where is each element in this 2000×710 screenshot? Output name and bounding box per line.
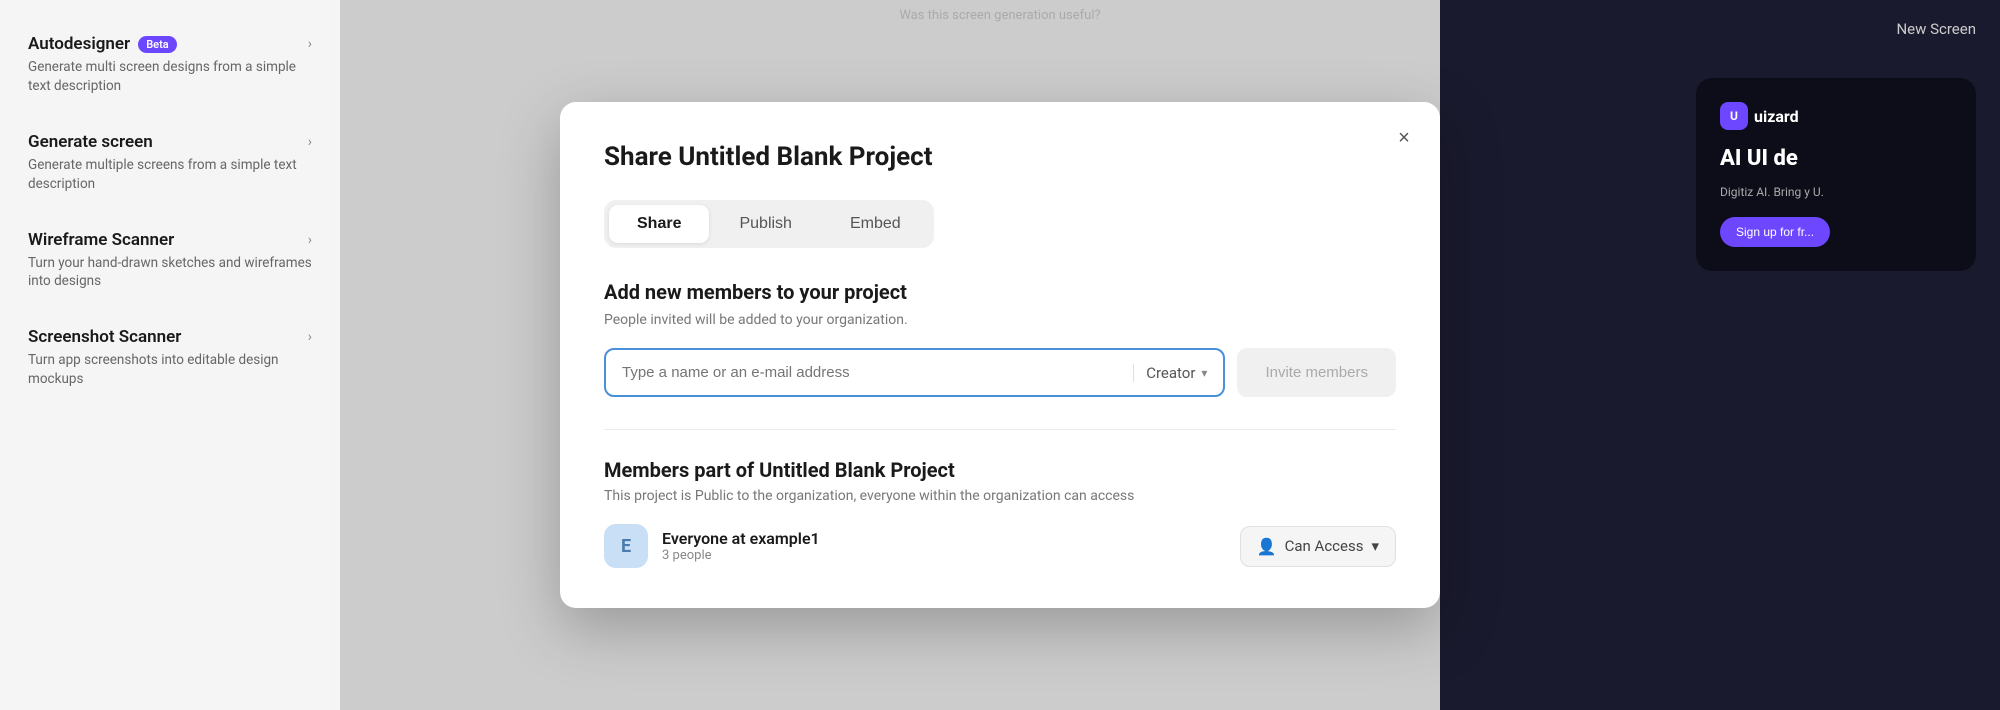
- invite-input-wrapper: Creator ▾: [604, 348, 1225, 397]
- tab-embed[interactable]: Embed: [822, 205, 929, 243]
- invite-members-button[interactable]: Invite members: [1237, 348, 1396, 397]
- members-section-title: Members part of Untitled Blank Project: [604, 458, 1396, 482]
- divider: [604, 429, 1396, 430]
- modal-title: Share Untitled Blank Project: [604, 142, 1396, 172]
- invite-email-input[interactable]: [622, 350, 1133, 395]
- modal-backdrop: × Share Untitled Blank Project Share Pub…: [0, 0, 2000, 710]
- member-info: Everyone at example1 3 people: [662, 529, 820, 563]
- members-section-desc: This project is Public to the organizati…: [604, 488, 1396, 504]
- invite-section-desc: People invited will be added to your org…: [604, 312, 1396, 328]
- member-row: E Everyone at example1 3 people 👤 Can Ac…: [604, 524, 1396, 568]
- invite-section-title: Add new members to your project: [604, 280, 1396, 304]
- role-label: Creator: [1146, 364, 1195, 382]
- role-chevron-icon: ▾: [1201, 366, 1207, 380]
- member-count: 3 people: [662, 548, 820, 563]
- member-role-label: Can Access: [1285, 537, 1364, 555]
- invite-row: Creator ▾ Invite members: [604, 348, 1396, 397]
- modal-close-button[interactable]: ×: [1388, 122, 1420, 154]
- tab-bar: Share Publish Embed: [604, 200, 934, 248]
- member-left: E Everyone at example1 3 people: [604, 524, 820, 568]
- tab-publish[interactable]: Publish: [711, 205, 819, 243]
- member-role-chevron-icon: ▾: [1371, 537, 1379, 555]
- avatar: E: [604, 524, 648, 568]
- share-modal: × Share Untitled Blank Project Share Pub…: [560, 102, 1440, 608]
- member-name: Everyone at example1: [662, 529, 820, 548]
- role-selector[interactable]: Creator ▾: [1133, 364, 1207, 382]
- person-icon: 👤: [1257, 537, 1277, 556]
- member-role-selector[interactable]: 👤 Can Access ▾: [1240, 526, 1396, 567]
- tab-share[interactable]: Share: [609, 205, 709, 243]
